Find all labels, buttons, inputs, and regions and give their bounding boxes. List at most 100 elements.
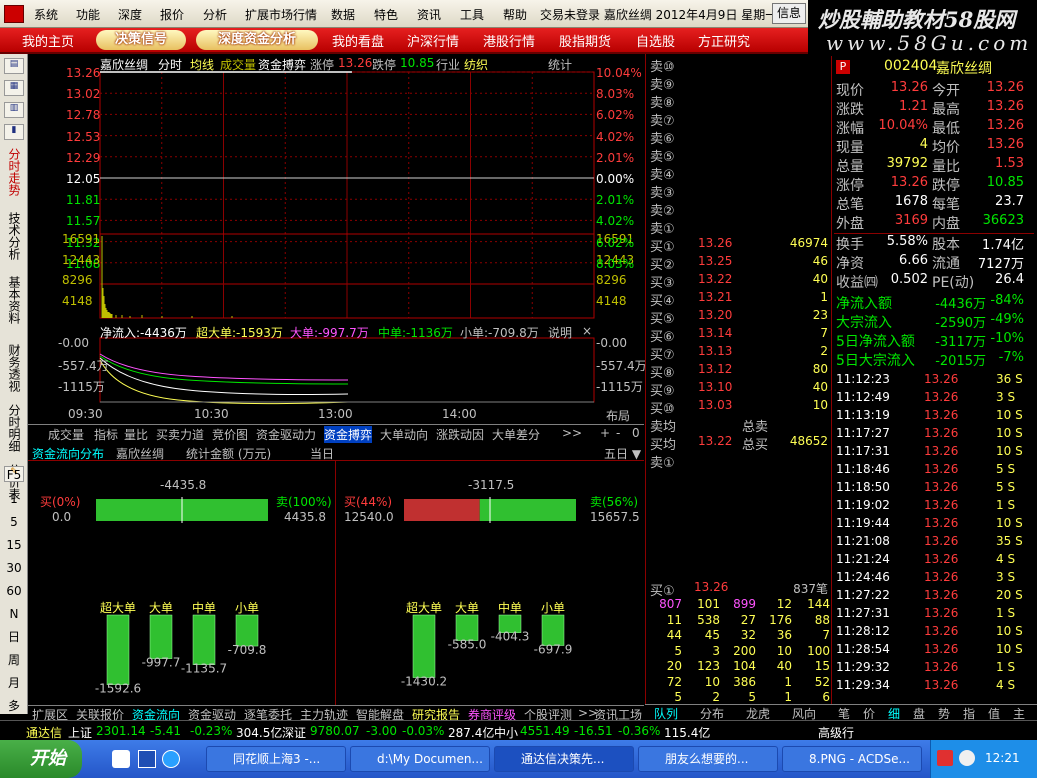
- price-tick: 12.05: [66, 172, 101, 186]
- period-day[interactable]: 日: [0, 630, 28, 644]
- taskbar-app-acdsee[interactable]: 8.PNG - ACDSe...: [782, 746, 922, 772]
- quick-launch-ie-icon[interactable]: [162, 750, 180, 768]
- nav-deep-fund-analysis[interactable]: 深度资金分析: [196, 30, 318, 50]
- tray-network-icon[interactable]: [959, 750, 975, 766]
- buy-level-price[interactable]: 13.22: [698, 272, 758, 286]
- buy-level-price[interactable]: 13.13: [698, 344, 758, 358]
- buy-level-label: 买①: [650, 240, 675, 255]
- status-sz-label: 深证: [282, 726, 307, 740]
- flow-key: 5日大宗流入: [836, 353, 915, 369]
- sell-level-label: 卖⑨: [650, 78, 675, 93]
- tab-plus[interactable]: +: [600, 426, 610, 440]
- kline-icon[interactable]: ▮: [4, 124, 24, 140]
- left-fund-cat-label: 超大单: [100, 600, 136, 615]
- buy-level-price[interactable]: 13.10: [698, 380, 758, 394]
- period-1[interactable]: 1: [0, 492, 28, 506]
- quick-launch-word-icon[interactable]: [138, 750, 156, 768]
- period-multi[interactable]: 多: [0, 699, 28, 713]
- buy-level-price[interactable]: 13.14: [698, 326, 758, 340]
- tab-technical-analysis[interactable]: 技术分析: [0, 212, 28, 263]
- tab-financial[interactable]: 财务透视: [0, 344, 28, 395]
- menu-item-data[interactable]: 数据: [331, 6, 355, 23]
- buy-level-price[interactable]: 13.26: [698, 236, 758, 250]
- tab-cause[interactable]: 涨跌动因: [436, 426, 484, 443]
- status-sh-label: 上证: [68, 726, 93, 740]
- status-right[interactable]: 高级行: [818, 724, 854, 741]
- taskbar-app-ths[interactable]: 同花顺上海3 -...: [206, 746, 346, 772]
- buy-level-price[interactable]: 13.12: [698, 362, 758, 376]
- tab-indicator[interactable]: 指标: [94, 426, 118, 443]
- nav-home[interactable]: 我的主页: [22, 31, 74, 50]
- taskbar-app-tdx[interactable]: 通达信决策先...: [494, 746, 634, 772]
- period-f5[interactable]: F5: [0, 468, 28, 482]
- taskbar-app-browser[interactable]: 朋友么想要的...: [638, 746, 778, 772]
- menu-item-help[interactable]: 帮助: [503, 6, 527, 23]
- status-sh: 2301.14: [96, 724, 146, 738]
- menu-item-quote[interactable]: 报价: [160, 6, 184, 23]
- tab-volume[interactable]: 成交量: [48, 426, 84, 443]
- quote-val-a: 1.21: [899, 99, 928, 114]
- quote-val-b: 36623: [982, 213, 1024, 228]
- tab-auction[interactable]: 竞价图: [212, 426, 248, 443]
- menu-item-extended-market[interactable]: 扩展市场行情: [245, 6, 317, 23]
- tab-buy-sell-force[interactable]: 买卖力道: [156, 426, 204, 443]
- grid-icon[interactable]: ▥: [4, 102, 24, 118]
- info-button[interactable]: 信息: [772, 3, 806, 24]
- tab-fund-game[interactable]: 资金搏弈: [324, 426, 373, 443]
- menu-item-tools[interactable]: 工具: [460, 6, 484, 23]
- tick-price: 13.26: [924, 570, 959, 584]
- menu-item-special[interactable]: 特色: [374, 6, 398, 23]
- list-icon[interactable]: ▦: [4, 80, 24, 96]
- buy-level-price[interactable]: 13.25: [698, 254, 758, 268]
- menu-item-depth[interactable]: 深度: [118, 6, 142, 23]
- quick-launch-desktop-icon[interactable]: [112, 750, 130, 768]
- period-n[interactable]: N: [0, 607, 28, 621]
- market-icon[interactable]: ▤: [4, 58, 24, 74]
- tick-volume: 10 S: [996, 642, 1023, 656]
- flow-close-icon[interactable]: ×: [582, 324, 592, 338]
- nav-index-futures[interactable]: 股指期货: [559, 31, 611, 50]
- layout-button[interactable]: 布局: [606, 407, 630, 424]
- nav-decision-signal[interactable]: 决策信号: [96, 30, 186, 50]
- nav-my-watch[interactable]: 我的看盘: [332, 31, 384, 50]
- tab-big-diff[interactable]: 大单差分: [492, 426, 540, 443]
- buy-level-price[interactable]: 13.21: [698, 290, 758, 304]
- taskbar-app-explorer[interactable]: d:\My Documen...: [350, 746, 490, 772]
- nav-hs-market[interactable]: 沪深行情: [407, 31, 459, 50]
- period-60[interactable]: 60: [0, 584, 28, 598]
- menu-item-analysis[interactable]: 分析: [203, 6, 227, 23]
- buy-level-price[interactable]: 13.20: [698, 308, 758, 322]
- tab-basic-info[interactable]: 基本资料: [0, 276, 28, 327]
- period-15[interactable]: 15: [0, 538, 28, 552]
- nav-watchlist[interactable]: 自选股: [636, 31, 675, 50]
- flow-explain-button[interactable]: 说明: [548, 324, 572, 341]
- left-fund-value-label: -709.8: [228, 643, 267, 657]
- menu-item-function[interactable]: 功能: [76, 6, 100, 23]
- tab-minus[interactable]: -: [616, 426, 620, 440]
- period-30[interactable]: 30: [0, 561, 28, 575]
- period-week[interactable]: 周: [0, 653, 28, 667]
- menu-item-system[interactable]: 系统: [34, 6, 58, 23]
- tab-more[interactable]: >>: [562, 426, 582, 440]
- watermark-title: 炒股輔助教材58股网: [818, 7, 1016, 32]
- right-hbar-sell: [479, 499, 576, 521]
- buy-level-price[interactable]: 13.03: [698, 398, 758, 412]
- quote-val-d: 1.74亿: [982, 238, 1024, 253]
- start-button[interactable]: 开始: [0, 740, 82, 778]
- tab-tick-detail[interactable]: 分时明细: [0, 404, 28, 455]
- menu-item-news[interactable]: 资讯: [417, 6, 441, 23]
- tab-vol-ratio[interactable]: 量比: [124, 426, 148, 443]
- tab-intraday-trend[interactable]: 分时走势: [0, 148, 28, 199]
- tray-input-icon[interactable]: [937, 750, 953, 766]
- tick-price: 13.26: [924, 444, 959, 458]
- tab-fund-drive[interactable]: 资金驱动力: [256, 426, 316, 443]
- tick-volume: 10 S: [996, 426, 1023, 440]
- nav-founder-research[interactable]: 方正研究: [698, 31, 750, 50]
- period-month[interactable]: 月: [0, 676, 28, 690]
- nav-hk-market[interactable]: 港股行情: [483, 31, 535, 50]
- sell-level-label: 卖④: [650, 168, 675, 183]
- tab-zero[interactable]: 0: [632, 426, 640, 440]
- period-5[interactable]: 5: [0, 515, 28, 529]
- tab-big-order[interactable]: 大单动向: [380, 426, 428, 443]
- tick-time: 11:12:23: [836, 372, 890, 386]
